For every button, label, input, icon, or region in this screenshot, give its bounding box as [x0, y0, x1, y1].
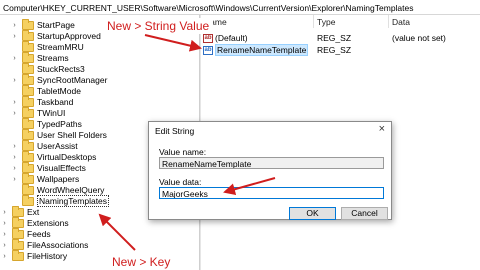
chevron-right-icon[interactable]: › — [10, 77, 19, 84]
chevron-right-icon[interactable]: › — [10, 165, 19, 172]
column-header-name[interactable]: Name — [201, 15, 314, 28]
tree-item-label: NamingTemplates — [37, 195, 110, 207]
value-type: REG_SZ — [317, 33, 352, 43]
chevron-right-icon[interactable]: › — [10, 33, 19, 40]
tree-item-label: StartPage — [37, 20, 75, 30]
folder-icon — [22, 128, 34, 140]
tree-item-label: Streams — [37, 53, 69, 63]
folder-icon — [22, 172, 34, 184]
tree-item-label: StreamMRU — [37, 42, 84, 52]
value-name-label: Value name: — [159, 147, 207, 157]
tree-item-filehistory[interactable]: › FileHistory — [0, 249, 68, 262]
close-icon[interactable]: × — [379, 123, 385, 135]
tree-item-label: Feeds — [27, 229, 51, 239]
edit-string-dialog[interactable]: Edit String × Value name: RenameNameTemp… — [148, 121, 392, 220]
value-data: (value not set) — [392, 33, 446, 43]
chevron-right-icon[interactable]: › — [10, 176, 19, 183]
value-name-field: RenameNameTemplate — [159, 157, 384, 169]
folder-icon — [12, 238, 24, 250]
string-value-icon: ab — [203, 33, 213, 43]
address-bar[interactable]: Computer\HKEY_CURRENT_USER\Software\Micr… — [0, 0, 480, 15]
folder-icon — [22, 139, 34, 151]
column-header-data[interactable]: Data — [389, 15, 480, 28]
value-row-renamenametemplate[interactable]: ab RenameNameTemplate — [203, 44, 309, 56]
ok-button[interactable]: OK — [289, 207, 336, 220]
tree-item-label: User Shell Folders — [37, 130, 107, 140]
tree-item-label: SyncRootManager — [37, 75, 108, 85]
folder-icon — [22, 51, 34, 63]
tree-item-label: VisualEffects — [37, 163, 86, 173]
folder-icon — [22, 194, 34, 206]
chevron-right-icon[interactable]: › — [10, 22, 19, 29]
tree-item-label: Taskband — [37, 97, 74, 107]
folder-icon — [22, 40, 34, 52]
annotation-new-key: New > Key — [108, 254, 175, 270]
value-data-label: Value data: — [159, 177, 202, 187]
tree-item-label: StartupApproved — [37, 31, 101, 41]
folder-icon — [12, 227, 24, 239]
chevron-right-icon[interactable]: › — [10, 143, 19, 150]
tree-item-label: WordWheelQuery — [37, 185, 105, 195]
folder-icon — [22, 18, 34, 30]
cancel-button[interactable]: Cancel — [341, 207, 388, 220]
tree-item-label: TypedPaths — [37, 119, 82, 129]
tree-item-label: TWinUI — [37, 108, 66, 118]
folder-icon — [22, 84, 34, 96]
folder-icon — [22, 183, 34, 195]
chevron-right-icon[interactable]: › — [10, 99, 19, 106]
folder-icon — [12, 249, 24, 261]
annotation-new-string-value: New > String Value — [103, 18, 214, 34]
chevron-right-icon[interactable]: › — [10, 55, 19, 62]
tree-item-label: FileAssociations — [27, 240, 89, 250]
tree-item-label: Wallpapers — [37, 174, 80, 184]
tree-item-label: Ext — [27, 207, 40, 217]
folder-icon — [22, 62, 34, 74]
folder-icon — [22, 29, 34, 41]
chevron-right-icon[interactable]: › — [10, 110, 19, 117]
tree-item-label: Extensions — [27, 218, 69, 228]
tree-item-label: TabletMode — [37, 86, 81, 96]
folder-icon — [22, 95, 34, 107]
folder-icon — [22, 117, 34, 129]
column-header-type[interactable]: Type — [314, 15, 389, 28]
chevron-right-icon[interactable]: › — [0, 253, 9, 260]
chevron-right-icon[interactable]: › — [10, 154, 19, 161]
chevron-right-icon[interactable]: › — [0, 209, 9, 216]
tree-item-label: VirtualDesktops — [37, 152, 97, 162]
folder-icon — [12, 205, 24, 217]
chevron-right-icon[interactable]: › — [0, 242, 9, 249]
tree-item-label: StuckRects3 — [37, 64, 85, 74]
string-value-icon: ab — [203, 45, 213, 55]
tree-item-label: FileHistory — [27, 251, 68, 261]
value-name: (Default) — [215, 33, 248, 43]
chevron-right-icon[interactable]: › — [0, 231, 9, 238]
value-name: RenameNameTemplate — [215, 44, 309, 56]
folder-icon — [22, 150, 34, 162]
tree-item-label: UserAssist — [37, 141, 78, 151]
folder-icon — [22, 73, 34, 85]
folder-icon — [22, 106, 34, 118]
dialog-title: Edit String — [155, 126, 195, 136]
value-type: REG_SZ — [317, 45, 352, 55]
folder-icon — [12, 216, 24, 228]
folder-icon — [22, 161, 34, 173]
value-data-field[interactable]: MajorGeeks — [159, 187, 384, 199]
chevron-right-icon[interactable]: › — [0, 220, 9, 227]
